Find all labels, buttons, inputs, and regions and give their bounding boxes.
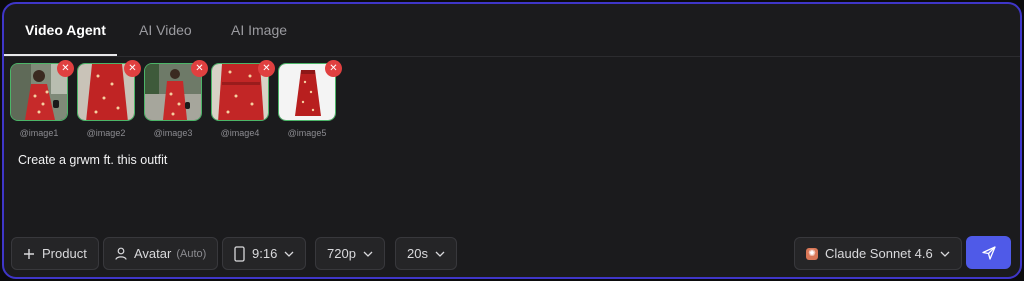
tab-video-agent[interactable]: Video Agent: [25, 22, 106, 38]
remove-image-icon[interactable]: ✕: [191, 60, 208, 77]
model-label: Claude Sonnet 4.6: [825, 246, 933, 261]
chevron-down-icon: [284, 251, 294, 257]
remove-image-icon[interactable]: ✕: [325, 60, 342, 77]
phone-portrait-icon: [234, 245, 245, 262]
tab-ai-image[interactable]: AI Image: [231, 22, 287, 38]
claude-logo-icon: ✺: [806, 247, 818, 260]
image-caption: @image5: [287, 128, 327, 138]
add-product-label: Product: [42, 246, 87, 261]
chevron-down-icon: [435, 251, 445, 257]
plus-icon: [23, 248, 35, 260]
avatar-button[interactable]: Avatar (Auto): [103, 237, 219, 270]
attached-image-3[interactable]: @image3 ✕: [144, 60, 208, 138]
attached-image-4[interactable]: @image4 ✕: [211, 60, 275, 138]
active-tab-indicator: [4, 54, 117, 56]
prompt-input[interactable]: Create a grwm ft. this outfit: [18, 153, 167, 167]
attached-image-5[interactable]: @image5 ✕: [278, 60, 342, 138]
attached-image-2[interactable]: @image2 ✕: [77, 60, 141, 138]
image-caption: @image2: [86, 128, 126, 138]
avatar-label: Avatar: [134, 246, 172, 261]
send-button[interactable]: [966, 236, 1011, 269]
model-select[interactable]: ✺ Claude Sonnet 4.6: [794, 237, 962, 270]
resolution-label: 720p: [327, 246, 356, 261]
add-product-button[interactable]: Product: [11, 237, 99, 270]
resolution-select[interactable]: 720p: [315, 237, 385, 270]
avatar-mode: (Auto): [176, 247, 207, 260]
duration-select[interactable]: 20s: [395, 237, 457, 270]
remove-image-icon[interactable]: ✕: [57, 60, 74, 77]
chevron-down-icon: [363, 251, 373, 257]
tab-bar: Video Agent AI Video AI Image: [4, 4, 1020, 57]
attached-image-1[interactable]: @image1 ✕: [10, 60, 74, 138]
composer-panel: Video Agent AI Video AI Image @image1 ✕ …: [2, 2, 1022, 279]
aspect-ratio-label: 9:16: [252, 246, 278, 261]
remove-image-icon[interactable]: ✕: [258, 60, 275, 77]
tab-ai-video[interactable]: AI Video: [139, 22, 192, 38]
user-icon: [115, 247, 127, 260]
image-caption: @image1: [19, 128, 59, 138]
chevron-down-icon: [940, 251, 950, 257]
image-caption: @image3: [153, 128, 193, 138]
duration-label: 20s: [407, 246, 428, 261]
remove-image-icon[interactable]: ✕: [124, 60, 141, 77]
aspect-ratio-select[interactable]: 9:16: [222, 237, 307, 270]
send-icon: [981, 245, 996, 260]
image-caption: @image4: [220, 128, 260, 138]
